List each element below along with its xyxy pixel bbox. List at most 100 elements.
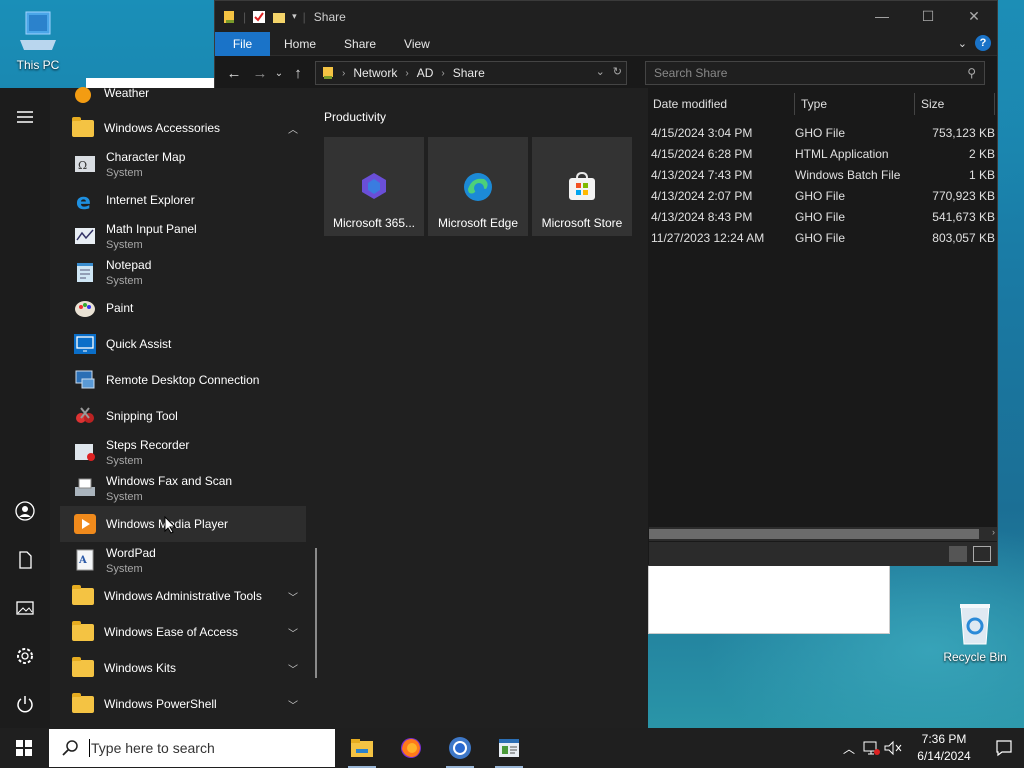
snipping-tool-icon (72, 403, 98, 429)
list-item[interactable]: Notepad System (60, 254, 306, 290)
start-rail (0, 88, 50, 728)
file-date: 4/13/2024 2:07 PM (651, 188, 753, 203)
scrollbar-thumb[interactable] (649, 529, 979, 539)
tile-group-heading[interactable]: Productivity (324, 110, 386, 124)
file-size: 803,057 KB (932, 230, 995, 245)
power-icon[interactable] (14, 693, 36, 715)
start-button[interactable] (0, 728, 48, 768)
properties-icon[interactable] (252, 10, 266, 24)
firefox-icon (401, 738, 421, 758)
table-row[interactable]: 4/15/2024 6:28 PM HTML Application 2 KB (651, 143, 995, 164)
settings-icon[interactable] (14, 645, 36, 667)
list-item[interactable]: Steps Recorder System (60, 434, 306, 470)
math-input-icon (72, 223, 98, 249)
list-item[interactable]: Weather (60, 80, 306, 106)
volume-muted-icon[interactable] (882, 739, 904, 757)
breadcrumb-ad[interactable]: AD (417, 66, 434, 80)
list-item[interactable]: Remote Desktop Connection (60, 362, 306, 398)
details-view-icon[interactable] (949, 546, 967, 562)
list-item[interactable]: Windows Ease of Access ﹀ (60, 614, 306, 650)
taskbar-file-explorer[interactable] (338, 728, 386, 768)
taskbar-chrome[interactable] (436, 728, 484, 768)
remote-desktop-icon (72, 367, 98, 393)
table-row[interactable]: 4/13/2024 8:43 PM GHO File 541,673 KB (651, 206, 995, 227)
list-item[interactable]: e Internet Explorer (60, 182, 306, 218)
app-name: Remote Desktop Connection (106, 373, 260, 387)
list-item[interactable]: Windows PowerShell ﹀ (60, 686, 306, 722)
column-size[interactable]: Size (915, 93, 995, 115)
table-row[interactable]: 4/15/2024 3:04 PM GHO File 753,123 KB (651, 122, 995, 143)
tab-home[interactable]: Home (270, 32, 330, 56)
hamburger-menu-icon[interactable] (14, 106, 36, 128)
tile-label: Microsoft Edge (437, 216, 519, 230)
svg-text:Ω: Ω (78, 159, 87, 172)
taskbar-firefox[interactable] (387, 728, 435, 768)
breadcrumb-network[interactable]: Network (353, 66, 397, 80)
maximize-icon[interactable]: ☐ (905, 1, 951, 31)
notification-center-button[interactable] (984, 728, 1024, 768)
app-name: Windows Accessories (104, 121, 221, 135)
search-input[interactable]: Search Share ⚲ (645, 61, 985, 85)
expand-ribbon-icon[interactable]: ⌄ (958, 37, 967, 50)
scroll-right-icon[interactable]: › (992, 527, 995, 537)
new-folder-icon[interactable] (272, 10, 286, 24)
help-icon[interactable]: ? (975, 35, 991, 51)
clock[interactable]: 7:36 PM 6/14/2024 (904, 731, 984, 765)
taskbar-control-panel[interactable] (485, 728, 533, 768)
customize-toolbar-icon[interactable]: ▾ (292, 11, 297, 22)
tile-microsoft-365[interactable]: Microsoft 365... (324, 137, 424, 236)
list-item[interactable]: Math Input Panel System (60, 218, 306, 254)
large-icons-view-icon[interactable] (973, 546, 991, 562)
start-menu: Weather Windows Accessories ︿ Ω Characte… (0, 86, 648, 728)
title-bar[interactable]: | ▾ | Share — ☐ ✕ (215, 1, 997, 32)
tile-microsoft-edge[interactable]: Microsoft Edge (428, 137, 528, 236)
up-icon[interactable]: ↑ (285, 65, 311, 82)
network-icon[interactable] (860, 739, 882, 757)
list-item[interactable]: Ω Character Map System (60, 146, 306, 182)
documents-icon[interactable] (14, 549, 36, 571)
list-item[interactable]: Windows Administrative Tools ﹀ (60, 578, 306, 614)
folder-icon (70, 583, 96, 609)
app-list-scrollbar[interactable] (315, 548, 317, 678)
list-item[interactable]: Windows Kits ﹀ (60, 650, 306, 686)
address-bar[interactable]: › Network › AD › Share ⌄ ↻ (315, 61, 627, 85)
minimize-icon[interactable]: — (859, 1, 905, 31)
tab-share[interactable]: Share (330, 32, 390, 56)
column-type[interactable]: Type (795, 93, 915, 115)
list-item[interactable]: Snipping Tool (60, 398, 306, 434)
chevron-down-icon: ﹀ (288, 700, 298, 712)
list-item[interactable]: Windows Media Player (60, 506, 306, 542)
user-icon[interactable] (14, 500, 36, 522)
pictures-icon[interactable] (14, 597, 36, 619)
list-item[interactable]: Windows Accessories ︿ (60, 110, 306, 146)
horizontal-scrollbar[interactable]: › (649, 527, 997, 541)
back-icon[interactable]: ← (221, 65, 247, 82)
search-icon: ⚲ (967, 66, 976, 80)
address-dropdown-icon[interactable]: ⌄ (596, 65, 605, 78)
table-row[interactable]: 4/13/2024 7:43 PM Windows Batch File 1 KB (651, 164, 995, 185)
tab-file[interactable]: File (215, 31, 270, 56)
tile-microsoft-store[interactable]: Microsoft Store (532, 137, 632, 236)
list-item[interactable]: Quick Assist (60, 326, 306, 362)
table-row[interactable]: 11/27/2023 12:24 AM GHO File 803,057 KB (651, 227, 995, 248)
breadcrumb-share[interactable]: Share (453, 66, 485, 80)
refresh-icon[interactable]: ↻ (613, 65, 622, 78)
desktop-icon-recycle-bin[interactable]: Recycle Bin (937, 602, 1013, 664)
show-hidden-icons-icon[interactable]: ︿ (838, 740, 860, 757)
taskbar-search-input[interactable]: Type here to search (49, 729, 335, 767)
recent-locations-icon[interactable]: ⌄ (273, 68, 285, 79)
list-item[interactable]: Paint (60, 290, 306, 326)
file-type: HTML Application (795, 146, 889, 161)
tab-view[interactable]: View (390, 32, 444, 56)
forward-icon[interactable]: → (247, 65, 273, 82)
folder-icon (70, 655, 96, 681)
desktop-icon-this-pc[interactable]: This PC (0, 10, 76, 72)
list-item[interactable]: A WordPad System (60, 542, 306, 578)
network-folder-icon (323, 67, 333, 79)
table-row[interactable]: 4/13/2024 2:07 PM GHO File 770,923 KB (651, 185, 995, 206)
column-date-modified[interactable]: Date modified (651, 93, 795, 115)
notepad-icon (72, 259, 98, 285)
chevron-down-icon: ﹀ (288, 628, 298, 640)
list-item[interactable]: Windows Fax and Scan System (60, 470, 306, 506)
close-icon[interactable]: ✕ (951, 1, 997, 31)
